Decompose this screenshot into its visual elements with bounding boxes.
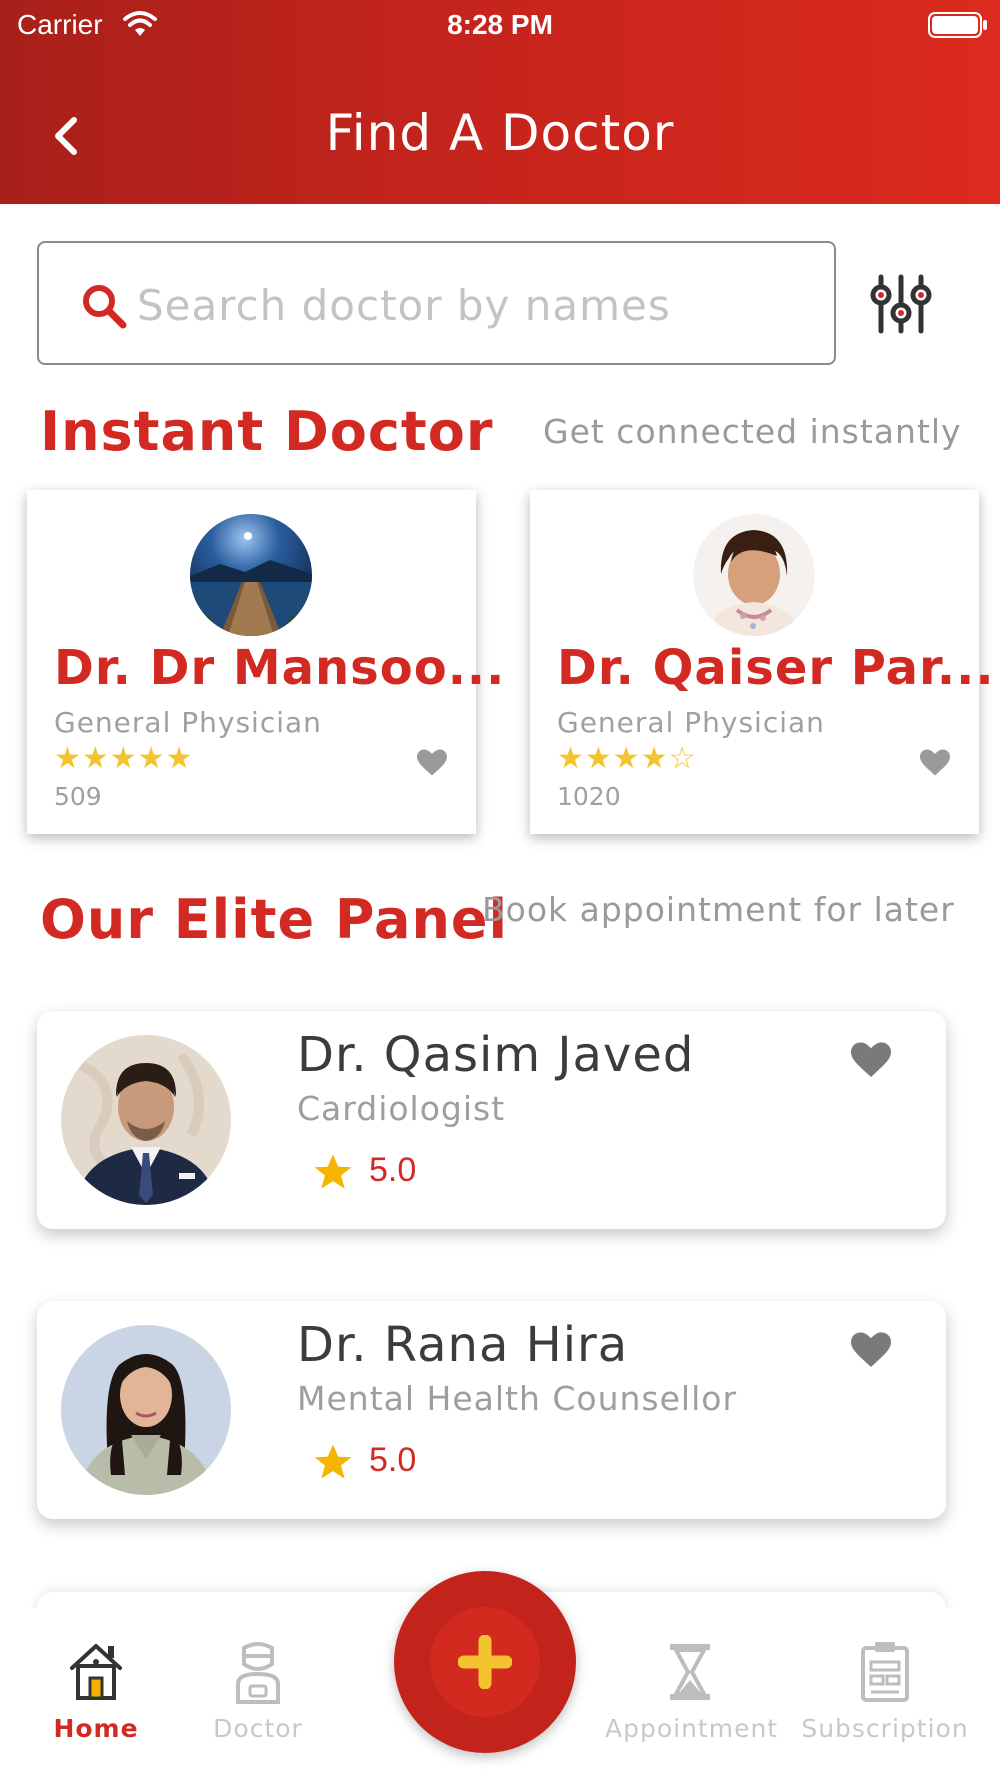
- plus-icon: [458, 1635, 512, 1689]
- elite-panel-subtitle: Book appointment for later: [482, 890, 955, 929]
- doctor-name: Dr. Qasim Javed: [297, 1027, 695, 1083]
- doctor-avatar: [693, 514, 815, 636]
- clipboard-icon: [861, 1642, 909, 1702]
- nav-home[interactable]: Home: [11, 1640, 181, 1770]
- nav-home-label: Home: [53, 1714, 139, 1743]
- star-outline-icon: ☆: [668, 741, 697, 776]
- doctor-avatar: [190, 514, 312, 636]
- search-box[interactable]: [37, 241, 836, 365]
- doctor-avatar: [61, 1035, 231, 1205]
- heart-icon[interactable]: [917, 744, 953, 780]
- doctor-avatar: [61, 1325, 231, 1495]
- star-icon: ★★★★: [557, 741, 669, 776]
- nav-doctor[interactable]: Doctor: [173, 1640, 343, 1770]
- heart-icon[interactable]: [414, 744, 450, 780]
- instant-doctor-title: Instant Doctor: [40, 400, 494, 463]
- filter-sliders-icon[interactable]: [868, 271, 934, 337]
- doctor-name: Dr. Qaiser Par...: [557, 640, 995, 696]
- home-icon: [70, 1644, 122, 1700]
- heart-icon[interactable]: [847, 1325, 895, 1373]
- page-title: Find A Doctor: [325, 104, 675, 162]
- doctor-name: Dr. Rana Hira: [297, 1317, 629, 1373]
- app-header: Carrier 8:28 PM Find A Doctor: [0, 0, 1000, 204]
- review-count: 1020: [557, 782, 621, 811]
- nav-subscription-label: Subscription: [801, 1714, 969, 1743]
- doctor-specialty: General Physician: [557, 706, 825, 739]
- star-icon: [314, 1444, 352, 1479]
- rating-value: 5.0: [369, 1441, 417, 1479]
- rating-value: 5.0: [369, 1151, 417, 1189]
- star-rating: ★★★★★: [54, 744, 193, 774]
- doctor-specialty: General Physician: [54, 706, 322, 739]
- heart-icon[interactable]: [847, 1035, 895, 1083]
- elite-doctor-card[interactable]: Dr. Qasim Javed Cardiologist 5.0: [37, 1011, 946, 1229]
- instant-doctor-card[interactable]: Dr. Qaiser Par... General Physician ★★★★…: [530, 490, 995, 834]
- clock: 8:28 PM: [447, 9, 553, 40]
- fab-inner: [430, 1607, 540, 1717]
- star-icon: ★★★★★: [54, 741, 194, 776]
- nav-appointment-label: Appointment: [605, 1714, 779, 1743]
- elite-panel-title: Our Elite Panel: [40, 888, 509, 951]
- doctor-name: Dr. Dr Mansoo...: [54, 640, 506, 696]
- elite-doctor-card[interactable]: Dr. Rana Hira Mental Health Counsellor 5…: [37, 1301, 946, 1519]
- battery-icon: [928, 12, 987, 38]
- add-fab-button[interactable]: [394, 1571, 576, 1753]
- review-count: 509: [54, 782, 102, 811]
- nav-appointment[interactable]: Appointment: [605, 1640, 779, 1770]
- star-rating: ★★★★☆: [557, 744, 696, 774]
- doctor-icon: [236, 1642, 280, 1704]
- doctor-specialty: Mental Health Counsellor: [297, 1379, 738, 1418]
- nav-subscription[interactable]: Subscription: [800, 1640, 970, 1770]
- status-bar: Carrier 8:28 PM: [0, 0, 1000, 52]
- doctor-specialty: Cardiologist: [297, 1089, 506, 1128]
- search-icon: [83, 285, 127, 329]
- instant-doctor-subtitle: Get connected instantly: [543, 412, 962, 451]
- search-input[interactable]: [137, 265, 807, 345]
- nav-doctor-label: Doctor: [213, 1714, 303, 1743]
- star-icon: [314, 1154, 352, 1189]
- instant-doctor-card[interactable]: Dr. Dr Mansoo... General Physician ★★★★★…: [27, 490, 506, 834]
- hourglass-icon: [670, 1644, 710, 1700]
